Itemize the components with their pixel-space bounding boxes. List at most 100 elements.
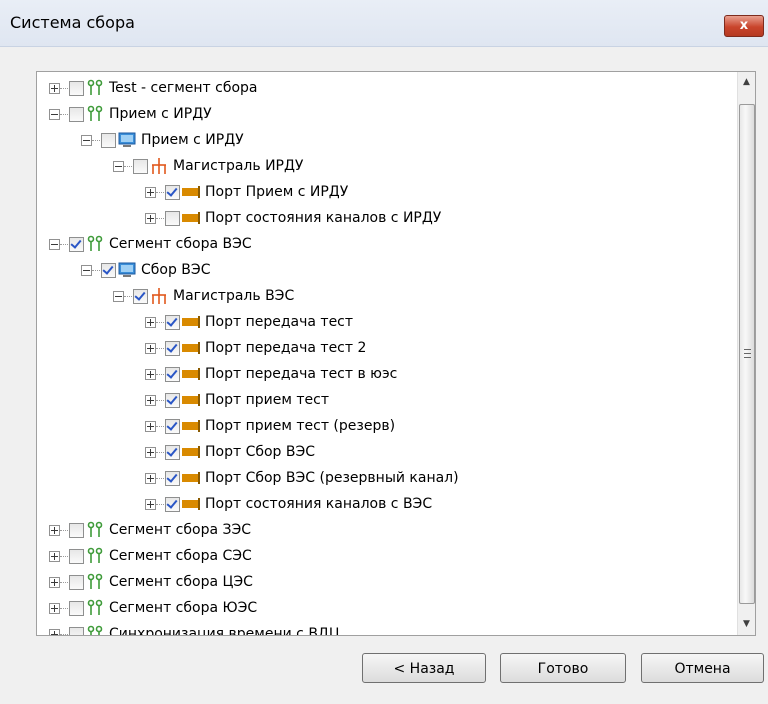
segment-icon (86, 547, 104, 565)
item-checkbox[interactable] (69, 627, 84, 635)
tree-item[interactable]: Порт состояния каналов с ВЭС (37, 492, 737, 518)
expand-icon[interactable] (145, 343, 156, 354)
item-checkbox[interactable] (69, 107, 84, 122)
expand-icon[interactable] (145, 499, 156, 510)
vertical-scrollbar[interactable]: ▲ ▼ (737, 72, 755, 635)
tree-connector (156, 374, 164, 375)
item-checkbox[interactable] (133, 289, 148, 304)
collapse-icon[interactable] (49, 109, 60, 120)
port-icon (182, 469, 200, 487)
collapse-icon[interactable] (49, 239, 60, 250)
tree-item[interactable]: Прием с ИРДУ (37, 128, 737, 154)
grip-icon (744, 349, 751, 358)
tree-item[interactable]: Порт Сбор ВЭС (37, 440, 737, 466)
item-checkbox[interactable] (165, 419, 180, 434)
item-checkbox[interactable] (133, 159, 148, 174)
tree-connector (60, 244, 68, 245)
close-button[interactable]: x (724, 15, 764, 37)
tree-item[interactable]: Порт передача тест в юэс (37, 362, 737, 388)
tree-item[interactable]: Порт прием тест (37, 388, 737, 414)
network-icon (150, 157, 168, 175)
segment-icon (86, 79, 104, 97)
expand-icon[interactable] (145, 369, 156, 380)
item-checkbox[interactable] (69, 523, 84, 538)
tree-item[interactable]: Сегмент сбора ЦЭС (37, 570, 737, 596)
port-icon (182, 339, 200, 357)
tree-item[interactable]: Порт передача тест (37, 310, 737, 336)
port-icon (182, 365, 200, 383)
tree-item[interactable]: Сбор ВЭС (37, 258, 737, 284)
tree-item[interactable]: Прием с ИРДУ (37, 102, 737, 128)
item-checkbox[interactable] (165, 497, 180, 512)
expand-icon[interactable] (49, 603, 60, 614)
scroll-thumb[interactable] (739, 104, 755, 604)
segment-icon (86, 235, 104, 253)
expand-icon[interactable] (49, 525, 60, 536)
collapse-icon[interactable] (113, 161, 124, 172)
item-checkbox[interactable] (165, 341, 180, 356)
tree-item-label: Порт передача тест (205, 314, 354, 330)
cancel-button[interactable]: Отмена (641, 653, 764, 683)
tree-item[interactable]: Сегмент сбора ЮЭС (37, 596, 737, 622)
tree-item-label: Порт состояния каналов с ИРДУ (205, 210, 442, 226)
item-checkbox[interactable] (165, 445, 180, 460)
item-checkbox[interactable] (101, 133, 116, 148)
tree-item[interactable]: Порт состояния каналов с ИРДУ (37, 206, 737, 232)
tree-item-label: Сегмент сбора ЮЭС (109, 600, 258, 616)
tree-connector (156, 218, 164, 219)
collection-tree[interactable]: Test - сегмент сбора Прием с ИРДУ Прием с … (36, 71, 756, 636)
expand-icon[interactable] (145, 395, 156, 406)
dialog-window: Система сбора x Test - сегмент сбора Прие… (0, 0, 768, 704)
tree-item[interactable]: Сегмент сбора СЭС (37, 544, 737, 570)
expand-icon[interactable] (145, 421, 156, 432)
expand-icon[interactable] (145, 213, 156, 224)
expand-icon[interactable] (145, 317, 156, 328)
expand-icon[interactable] (49, 629, 60, 635)
tree-item[interactable]: Порт прием тест (резерв) (37, 414, 737, 440)
scroll-up-arrow-icon[interactable]: ▲ (738, 74, 755, 91)
collapse-icon[interactable] (81, 265, 92, 276)
finish-button[interactable]: Готово (500, 653, 626, 683)
expand-icon[interactable] (145, 187, 156, 198)
item-checkbox[interactable] (101, 263, 116, 278)
tree-item-label: Порт Сбор ВЭС (205, 444, 316, 460)
item-checkbox[interactable] (69, 601, 84, 616)
collapse-icon[interactable] (81, 135, 92, 146)
title-bar[interactable]: Система сбора x (0, 0, 768, 47)
item-checkbox[interactable] (165, 315, 180, 330)
expand-icon[interactable] (49, 551, 60, 562)
tree-item[interactable]: Синхронизация времени с ВДЦ (37, 622, 737, 635)
tree-item-label: Сбор ВЭС (141, 262, 211, 278)
tree-item[interactable]: Магистраль ИРДУ (37, 154, 737, 180)
collapse-icon[interactable] (113, 291, 124, 302)
tree-item-label: Порт прием тест (205, 392, 329, 408)
back-button[interactable]: < Назад (362, 653, 486, 683)
item-checkbox[interactable] (165, 471, 180, 486)
tree-item[interactable]: Сегмент сбора ВЭС (37, 232, 737, 258)
tree-item[interactable]: Test - сегмент сбора (37, 76, 737, 102)
tree-connector (60, 634, 68, 635)
tree-item[interactable]: Сегмент сбора ЗЭС (37, 518, 737, 544)
item-checkbox[interactable] (69, 549, 84, 564)
tree-item[interactable]: Магистраль ВЭС (37, 284, 737, 310)
expand-icon[interactable] (145, 473, 156, 484)
item-checkbox[interactable] (69, 81, 84, 96)
tree-item[interactable]: Порт Прием с ИРДУ (37, 180, 737, 206)
tree-connector (156, 504, 164, 505)
tree-item[interactable]: Порт передача тест 2 (37, 336, 737, 362)
tree-item[interactable]: Порт Сбор ВЭС (резервный канал) (37, 466, 737, 492)
expand-icon[interactable] (145, 447, 156, 458)
tree-item-label: Магистраль ИРДУ (173, 158, 304, 174)
port-icon (182, 495, 200, 513)
port-icon (182, 417, 200, 435)
item-checkbox[interactable] (69, 237, 84, 252)
item-checkbox[interactable] (165, 367, 180, 382)
item-checkbox[interactable] (69, 575, 84, 590)
item-checkbox[interactable] (165, 211, 180, 226)
expand-icon[interactable] (49, 83, 60, 94)
expand-icon[interactable] (49, 577, 60, 588)
tree-item-label: Сегмент сбора ВЭС (109, 236, 252, 252)
scroll-down-arrow-icon[interactable]: ▼ (738, 616, 755, 633)
item-checkbox[interactable] (165, 185, 180, 200)
item-checkbox[interactable] (165, 393, 180, 408)
